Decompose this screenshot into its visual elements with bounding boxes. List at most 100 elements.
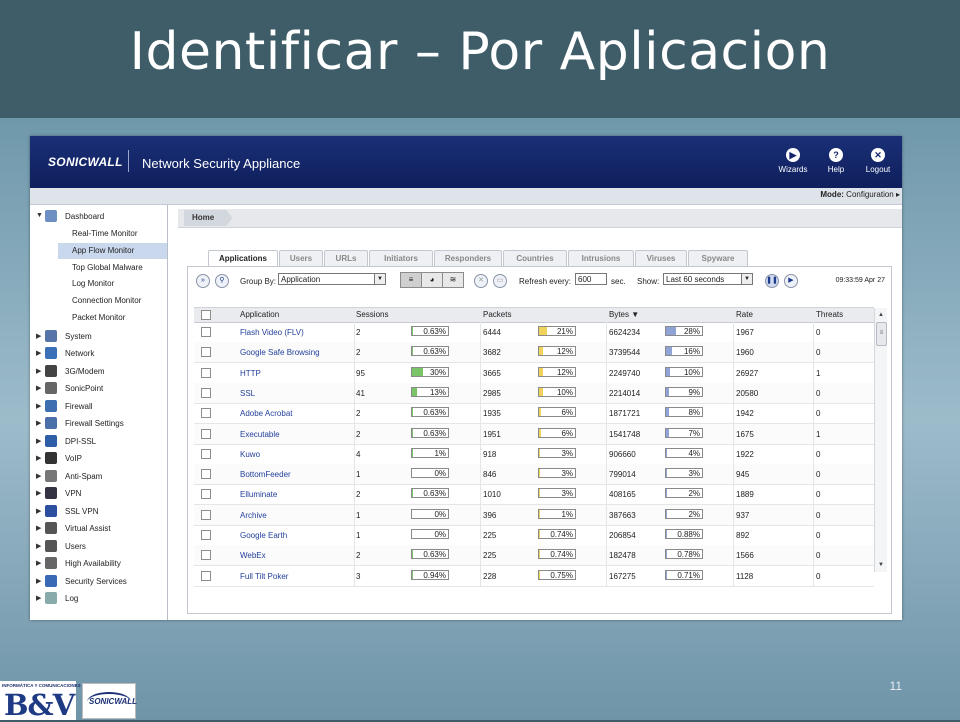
application-link[interactable]: Flash Video (FLV) — [240, 328, 304, 337]
row-checkbox[interactable] — [201, 368, 211, 378]
table-row[interactable]: Elluminate20.63%10103%4081652%18890 — [194, 484, 874, 505]
application-link[interactable]: Adobe Acrobat — [240, 409, 292, 418]
table-row[interactable]: SSL4113%298510%22140149%205800 — [194, 383, 874, 404]
percent-bar: 28% — [665, 326, 703, 336]
row-checkbox[interactable] — [201, 530, 211, 540]
sidebar-item-label: 3G/Modem — [65, 367, 105, 376]
tab-intrusions[interactable]: Intrusions — [568, 250, 634, 266]
sidebar-subitem-real-time-monitor[interactable]: Real-Time Monitor — [58, 226, 167, 242]
sidebar-subitem-connection-monitor[interactable]: Connection Monitor — [58, 293, 167, 309]
sidebar-subitem-packet-monitor[interactable]: Packet Monitor — [58, 310, 167, 326]
row-checkbox[interactable] — [201, 388, 211, 398]
table-row[interactable]: WebEx20.63%2250.74%1824780.78%15660 — [194, 545, 874, 566]
play-icon[interactable]: ▶ — [784, 274, 798, 288]
application-link[interactable]: BottomFeeder — [240, 470, 291, 479]
row-checkbox[interactable] — [201, 327, 211, 337]
row-checkbox[interactable] — [201, 550, 211, 560]
table-row[interactable]: Kuwo41%9183%9066604%19220 — [194, 444, 874, 465]
pie-view-button[interactable]: ◕ — [421, 272, 443, 288]
col-rate[interactable]: Rate — [736, 310, 753, 319]
col-divider — [480, 566, 481, 586]
application-link[interactable]: Kuwo — [240, 450, 260, 459]
percent-bar-fill — [539, 368, 543, 376]
application-link[interactable]: Executable — [240, 430, 280, 439]
percent-bar: 6% — [538, 407, 576, 417]
application-link[interactable]: Google Safe Browsing — [240, 348, 320, 357]
tab-countries[interactable]: Countries — [503, 250, 567, 266]
refresh-interval-input[interactable]: 600 — [575, 273, 607, 285]
mode-switch[interactable]: Mode: Configuration ▸ — [820, 190, 900, 199]
table-row[interactable]: Google Safe Browsing20.63%368212%3739544… — [194, 342, 874, 363]
sidebar-subitem-log-monitor[interactable]: Log Monitor — [58, 276, 167, 292]
chevron-down-icon: ▼ — [374, 274, 385, 284]
application-link[interactable]: SSL — [240, 389, 255, 398]
scroll-down-icon[interactable]: ▼ — [876, 560, 886, 570]
scroll-up-icon[interactable]: ▲ — [876, 310, 886, 320]
scroll-thumb[interactable]: ≡ — [876, 322, 887, 346]
search-icon[interactable]: ⚲ — [215, 274, 229, 288]
percent-bar: 2% — [665, 509, 703, 519]
table-row[interactable]: Full Tilt Poker30.94%2280.75%1672750.71%… — [194, 566, 874, 587]
table-row[interactable]: Flash Video (FLV)20.63%644421%662423428%… — [194, 322, 874, 343]
row-checkbox[interactable] — [201, 408, 211, 418]
help-button[interactable]: ?Help — [818, 148, 854, 174]
table-scrollbar[interactable]: ▲ ≡ ▼ — [874, 308, 887, 572]
application-link[interactable]: Full Tilt Poker — [240, 572, 288, 581]
tab-users[interactable]: Users — [279, 250, 323, 266]
app-header: SONICWALL Network Security Appliance ▶Wi… — [30, 136, 902, 188]
group-by-select[interactable]: Application▼ — [278, 273, 386, 285]
row-checkbox[interactable] — [201, 469, 211, 479]
ssl-vpn-icon — [45, 505, 57, 517]
row-checkbox[interactable] — [201, 489, 211, 499]
col-bytes[interactable]: Bytes ▼ — [609, 310, 639, 319]
col-divider — [480, 545, 481, 565]
users-icon — [45, 540, 57, 552]
expand-icon[interactable]: » — [196, 274, 210, 288]
tab-initiators[interactable]: Initiators — [369, 250, 433, 266]
col-divider — [354, 383, 355, 403]
row-checkbox[interactable] — [201, 347, 211, 357]
sidebar-subitem-label: App Flow Monitor — [72, 246, 134, 255]
percent-label: 21% — [557, 327, 573, 336]
print-icon[interactable]: ▭ — [493, 274, 507, 288]
col-application[interactable]: Application — [240, 310, 279, 319]
table-row[interactable]: Adobe Acrobat20.63%19356%18717218%19420 — [194, 403, 874, 424]
tab-viruses[interactable]: Viruses — [635, 250, 687, 266]
table-row[interactable]: Archive10%3961%3876632%9370 — [194, 505, 874, 526]
list-view-button[interactable]: ≡ — [400, 272, 422, 288]
graph-view-button[interactable]: ≋ — [442, 272, 464, 288]
delete-icon[interactable]: ✕ — [474, 274, 488, 288]
application-link[interactable]: Archive — [240, 511, 267, 520]
row-checkbox[interactable] — [201, 449, 211, 459]
row-checkbox[interactable] — [201, 429, 211, 439]
col-threats[interactable]: Threats — [816, 310, 843, 319]
logout-button[interactable]: ✕Logout — [860, 148, 896, 174]
sidebar-subitem-app-flow-monitor[interactable]: App Flow Monitor — [58, 243, 167, 259]
table-row[interactable]: Google Earth10%2250.74%2068540.88%8920 — [194, 525, 874, 546]
table-row[interactable]: HTTP9530%366512%224974010%269271 — [194, 363, 874, 384]
percent-bar: 3% — [665, 468, 703, 478]
application-link[interactable]: HTTP — [240, 369, 261, 378]
wizards-button[interactable]: ▶Wizards — [775, 148, 811, 174]
percent-bar: 0% — [411, 468, 449, 478]
application-link[interactable]: Google Earth — [240, 531, 287, 540]
threats-value: 0 — [816, 490, 820, 499]
select-all-checkbox[interactable] — [201, 310, 211, 320]
row-checkbox[interactable] — [201, 510, 211, 520]
tab-urls[interactable]: URLs — [324, 250, 368, 266]
pause-icon[interactable]: ❚❚ — [765, 274, 779, 288]
col-sessions[interactable]: Sessions — [356, 310, 388, 319]
application-link[interactable]: Elluminate — [240, 490, 277, 499]
row-checkbox[interactable] — [201, 571, 211, 581]
sidebar: ▼DashboardReal-Time MonitorApp Flow Moni… — [30, 205, 168, 620]
col-packets[interactable]: Packets — [483, 310, 511, 319]
sidebar-subitem-top-global-malware[interactable]: Top Global Malware — [58, 260, 167, 276]
tab-responders[interactable]: Responders — [434, 250, 502, 266]
tab-applications[interactable]: Applications — [208, 250, 278, 267]
tab-spyware[interactable]: Spyware — [688, 250, 748, 266]
table-row[interactable]: Executable20.63%19516%15417487%16751 — [194, 424, 874, 445]
breadcrumb-home[interactable]: Home — [184, 210, 232, 226]
table-row[interactable]: BottomFeeder10%8463%7990143%9450 — [194, 464, 874, 485]
application-link[interactable]: WebEx — [240, 551, 266, 560]
show-select[interactable]: Last 60 seconds▼ — [663, 273, 753, 285]
